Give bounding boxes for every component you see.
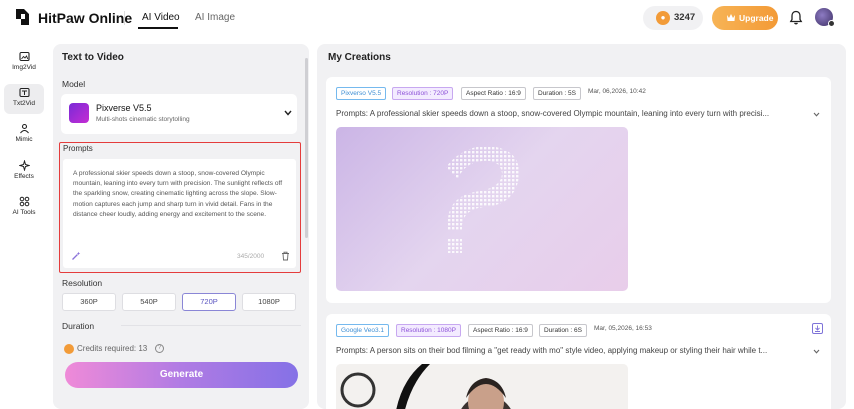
coin-icon [64,344,74,354]
creation-date: Mar, 06,2026, 10:42 [588,88,646,95]
duration-tag: Duration : 6S [539,324,587,337]
rail-label: Img2Vid [12,64,36,71]
resolution-1080p-button[interactable]: 1080P [242,293,296,311]
resolution-360p-button[interactable]: 360P [62,293,116,311]
model-tag: Pixverso V5.5 [336,87,387,100]
hitpaw-logo-icon[interactable] [14,7,31,27]
top-header: HitPaw Online AI Video AI Image ● 3247 U… [0,0,854,36]
left-panel-scrollbar[interactable] [305,58,308,238]
prompt-section: Prompts A professional skier speeds down… [59,142,301,273]
brand-name[interactable]: HitPaw Online [38,10,132,26]
upgrade-label: Upgrade [739,13,774,23]
help-icon[interactable]: ? [155,344,164,353]
resolution-tag: Resolution : 720P [392,87,454,100]
prompt-text: A professional skier speeds down a stoop… [73,170,283,218]
bell-icon[interactable] [789,10,803,25]
coin-icon: ● [656,11,670,25]
my-creations-panel: My Creations Pixverso V5.5 Resolution : … [317,44,846,409]
creation-card[interactable]: Google Veo3.1 Resolution : 1080P Aspect … [326,314,831,409]
rail-item-txt2vid[interactable]: Txt2Vid [4,84,44,114]
model-label: Model [62,79,86,89]
generating-placeholder-icon [446,146,520,253]
download-icon[interactable] [812,323,823,334]
resolution-tag: Resolution : 1080P [396,324,461,337]
mimic-icon [20,123,29,134]
rail-label: Txt2Vid [13,100,35,107]
effects-icon [19,160,30,171]
video-preview-image [336,364,628,409]
duration-tag: Duration : 5S [533,87,581,100]
model-selector[interactable]: Pixverse V5.5 Multi-shots cinematic stor… [61,94,297,134]
upgrade-button[interactable]: Upgrade [712,6,778,30]
creation-date: Mar, 05,2026, 16:53 [594,325,652,332]
credits-balance[interactable]: ● 3247 [643,6,703,30]
aspect-ratio-tag: Aspect Ratio : 16:9 [468,324,533,337]
credits-required-text: Credits required: 13 [77,344,148,353]
generate-button[interactable]: Generate [65,362,298,388]
crown-icon [727,14,735,21]
creation-card[interactable]: Pixverso V5.5 Resolution : 720P Aspect R… [326,77,831,303]
header-divider [124,11,125,25]
rail-label: AI Tools [12,209,36,216]
duration-label: Duration [62,321,95,331]
chevron-down-icon [284,110,292,116]
panel-title: Text to Video [62,52,124,63]
model-name: Pixverse V5.5 [96,103,152,113]
chevron-down-icon[interactable] [813,112,820,117]
video-thumbnail[interactable] [336,127,628,291]
image-to-video-icon [19,51,30,62]
rail-item-img2vid[interactable]: Img2Vid [4,48,44,78]
prompts-label: Prompts [63,144,93,153]
pixverse-logo-icon [69,103,89,123]
rail-label: Mimic [15,136,33,143]
creation-prompt: Prompts: A person sits on their bod film… [336,346,768,355]
rail-item-ai-tools[interactable]: AI Tools [4,193,44,223]
magic-wand-icon[interactable] [71,251,81,261]
ai-tools-icon [19,196,30,207]
rail-label: Effects [14,173,34,180]
model-tag: Google Veo3.1 [336,324,390,337]
model-description: Multi-shots cinematic storytolling [96,116,190,123]
active-tab-indicator [138,27,178,29]
prompt-input[interactable]: A professional skier speeds down a stoop… [63,159,296,268]
resolution-720p-button[interactable]: 720P [182,293,236,311]
aspect-ratio-tag: Aspect Ratio : 16:9 [461,87,526,100]
resolution-label: Resolution [62,278,103,288]
trash-icon[interactable] [281,251,290,261]
tab-ai-image[interactable]: AI Image [195,12,235,23]
duration-divider [121,325,301,326]
text-to-video-icon [19,87,30,98]
video-thumbnail[interactable] [336,364,628,409]
text-to-video-panel: Text to Video Model Pixverse V5.5 Multi-… [53,44,309,409]
rail-item-mimic[interactable]: Mimic [4,120,44,150]
chevron-down-icon[interactable] [813,349,820,354]
my-creations-title: My Creations [328,52,391,63]
avatar-badge [828,20,835,27]
credits-count: 3247 [674,12,696,23]
resolution-540p-button[interactable]: 540P [122,293,176,311]
tab-ai-video[interactable]: AI Video [142,12,180,23]
character-count: 345/2000 [237,253,265,260]
creation-prompt: Prompts: A professional skier speeds dow… [336,109,770,118]
rail-item-effects[interactable]: Effects [4,157,44,187]
